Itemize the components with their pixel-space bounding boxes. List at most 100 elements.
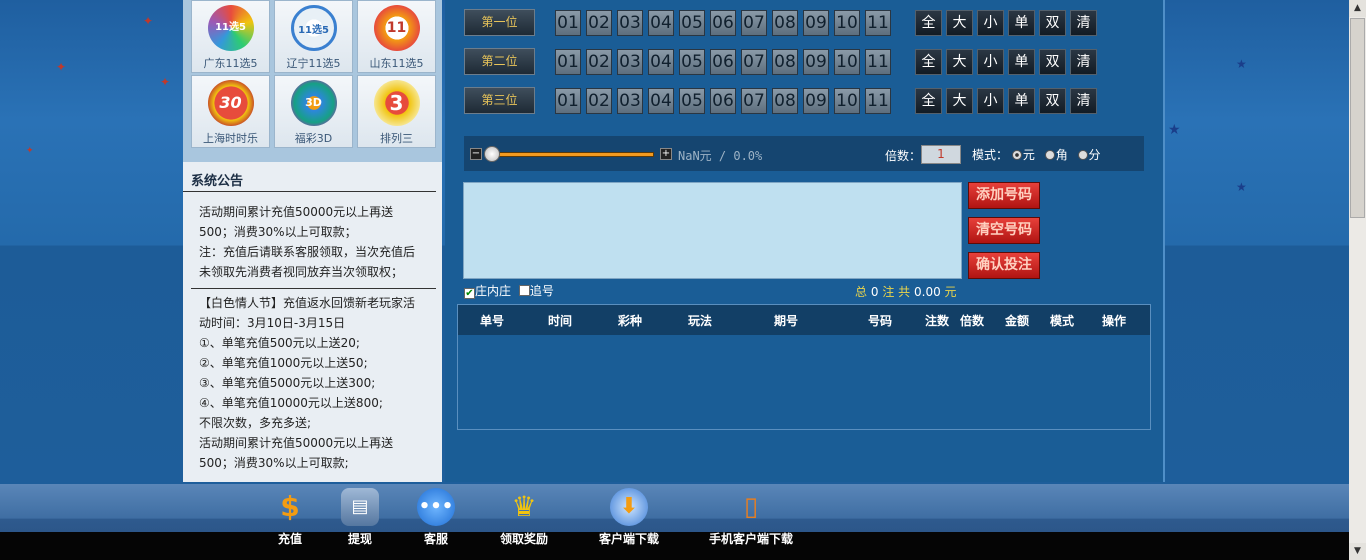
confirm-bet-button[interactable]: 确认投注 <box>968 252 1040 279</box>
number-ball[interactable]: 09 <box>803 49 829 75</box>
rebate-increase-button[interactable]: + <box>660 148 672 160</box>
add-numbers-button[interactable]: 添加号码 <box>968 182 1040 209</box>
game-tile-pl3[interactable]: 3 排列三 <box>357 75 436 148</box>
number-ball[interactable]: 07 <box>741 88 767 114</box>
footer-label: 手机客户端下载 <box>708 532 793 546</box>
quick-select-button[interactable]: 清 <box>1070 49 1097 75</box>
quick-select-button[interactable]: 双 <box>1039 88 1066 114</box>
number-ball[interactable]: 01 <box>555 88 581 114</box>
quick-select-button[interactable]: 小 <box>977 88 1004 114</box>
number-ball[interactable]: 02 <box>586 10 612 36</box>
number-ball[interactable]: 11 <box>865 49 891 75</box>
scroll-down-icon[interactable]: ▼ <box>1349 543 1366 560</box>
rebate-slider-track[interactable] <box>491 152 654 157</box>
number-ball[interactable]: 09 <box>803 10 829 36</box>
claim-reward-button[interactable]: ♛ 领取奖励 <box>494 488 554 547</box>
mode-radio-yuan[interactable] <box>1011 150 1022 160</box>
quick-select-button[interactable]: 小 <box>977 49 1004 75</box>
chase-checkbox[interactable] <box>518 285 530 296</box>
game-tile-shssl[interactable]: 30 上海时时乐 <box>191 75 270 148</box>
rebate-slider-thumb[interactable] <box>484 146 500 162</box>
number-ball[interactable]: 04 <box>648 10 674 36</box>
number-ball[interactable]: 01 <box>555 10 581 36</box>
selected-numbers-textarea[interactable] <box>463 182 962 279</box>
multiple-input[interactable]: 1 <box>921 145 961 164</box>
number-ball[interactable]: 01 <box>555 49 581 75</box>
footer-label: 领取奖励 <box>499 532 548 546</box>
mode-radio-fen[interactable] <box>1077 150 1088 160</box>
number-ball[interactable]: 04 <box>648 49 674 75</box>
number-ball[interactable]: 09 <box>803 88 829 114</box>
position-label: 第二位 <box>464 48 535 75</box>
chase-label: 追号 <box>529 284 554 298</box>
quick-select-button[interactable]: 大 <box>946 88 973 114</box>
footer-label: 客户端下载 <box>598 532 659 546</box>
client-download-button[interactable]: ⬇ 客户端下载 <box>596 488 662 547</box>
number-ball[interactable]: 05 <box>679 49 705 75</box>
number-ball[interactable]: 06 <box>710 10 736 36</box>
quick-select-button[interactable]: 单 <box>1008 10 1035 36</box>
number-ball[interactable]: 05 <box>679 88 705 114</box>
scrollbar-thumb[interactable] <box>1350 18 1365 218</box>
number-ball[interactable]: 04 <box>648 88 674 114</box>
game-tile-sd11x5[interactable]: 11 山东11选5 <box>357 0 436 73</box>
number-ball[interactable]: 08 <box>772 49 798 75</box>
notice-line: 【白色情人节】充值返水回馈新老玩家活 <box>199 296 416 310</box>
number-ball[interactable]: 03 <box>617 10 643 36</box>
number-ball[interactable]: 02 <box>586 88 612 114</box>
recharge-button[interactable]: $ 充值 <box>270 488 310 547</box>
number-ball[interactable]: 11 <box>865 10 891 36</box>
rebate-decrease-button[interactable]: − <box>470 148 482 160</box>
bet-list-table: 单号 时间 彩种 玩法 期号 号码 注数 倍数 金额 模式 操作 <box>457 304 1151 430</box>
number-ball[interactable]: 10 <box>834 88 860 114</box>
page-scrollbar[interactable]: ▲ ▼ <box>1349 0 1366 560</box>
notice-line: 活动期间累计充值50000元以上再送 <box>199 205 394 219</box>
game-name: 山东11选5 <box>369 57 424 70</box>
quick-select-button[interactable]: 双 <box>1039 49 1066 75</box>
number-ball[interactable]: 07 <box>741 10 767 36</box>
table-column-header: 玩法 <box>688 314 713 328</box>
quick-select-button[interactable]: 双 <box>1039 10 1066 36</box>
number-ball[interactable]: 06 <box>710 88 736 114</box>
table-column-header: 操作 <box>1102 314 1127 328</box>
quick-select-button[interactable]: 全 <box>915 10 942 36</box>
scroll-up-icon[interactable]: ▲ <box>1349 0 1366 17</box>
game-tile-ln11x5[interactable]: 11选5 辽宁11选5 <box>274 0 353 73</box>
quick-select-button[interactable]: 全 <box>915 49 942 75</box>
quick-select-button[interactable]: 大 <box>946 10 973 36</box>
number-ball[interactable]: 10 <box>834 49 860 75</box>
mode-option: 元 <box>1022 148 1035 162</box>
support-button[interactable]: ••• 客服 <box>415 488 457 547</box>
number-ball[interactable]: 08 <box>772 88 798 114</box>
number-ball[interactable]: 11 <box>865 88 891 114</box>
dealer-checkbox[interactable]: ✔ <box>464 288 475 299</box>
number-ball[interactable]: 06 <box>710 49 736 75</box>
quick-select-button[interactable]: 小 <box>977 10 1004 36</box>
number-ball[interactable]: 08 <box>772 10 798 36</box>
number-ball[interactable]: 07 <box>741 49 767 75</box>
number-ball[interactable]: 05 <box>679 10 705 36</box>
pl3-logo-icon: 3 <box>373 80 420 126</box>
game-tile-fc3d[interactable]: 3D 福彩3D <box>274 75 353 148</box>
number-ball[interactable]: 03 <box>617 88 643 114</box>
number-ball[interactable]: 10 <box>834 10 860 36</box>
quick-select-button[interactable]: 大 <box>946 49 973 75</box>
number-ball[interactable]: 03 <box>617 49 643 75</box>
notice-line: 不限次数，多充多送; <box>199 416 312 430</box>
mode-radio-jiao[interactable] <box>1044 150 1055 160</box>
quick-select-button[interactable]: 清 <box>1070 88 1097 114</box>
total-sum-prefix: 共 <box>898 285 911 299</box>
game-tile-gd11x5[interactable]: 11选5 广东11选5 <box>191 0 270 73</box>
card-icon: ▤ <box>341 488 379 526</box>
clear-numbers-button[interactable]: 清空号码 <box>968 217 1040 244</box>
position-label: 第一位 <box>464 9 535 36</box>
quick-select-button[interactable]: 全 <box>915 88 942 114</box>
withdraw-button[interactable]: ▤ 提现 <box>340 488 380 547</box>
mobile-download-button[interactable]: ▯ 手机客户端下载 <box>705 488 797 547</box>
footer-toolbar: $ 充值 ▤ 提现 ••• 客服 ♛ 领取奖励 ⬇ 客户端下载 ▯ 手机客户端下… <box>0 484 1349 560</box>
quick-select-button[interactable]: 单 <box>1008 88 1035 114</box>
quick-select-button[interactable]: 单 <box>1008 49 1035 75</box>
quick-select-button[interactable]: 清 <box>1070 10 1097 36</box>
notice-line: 未领取先消费者视同放弃当次领取权； <box>199 265 404 279</box>
number-ball[interactable]: 02 <box>586 49 612 75</box>
